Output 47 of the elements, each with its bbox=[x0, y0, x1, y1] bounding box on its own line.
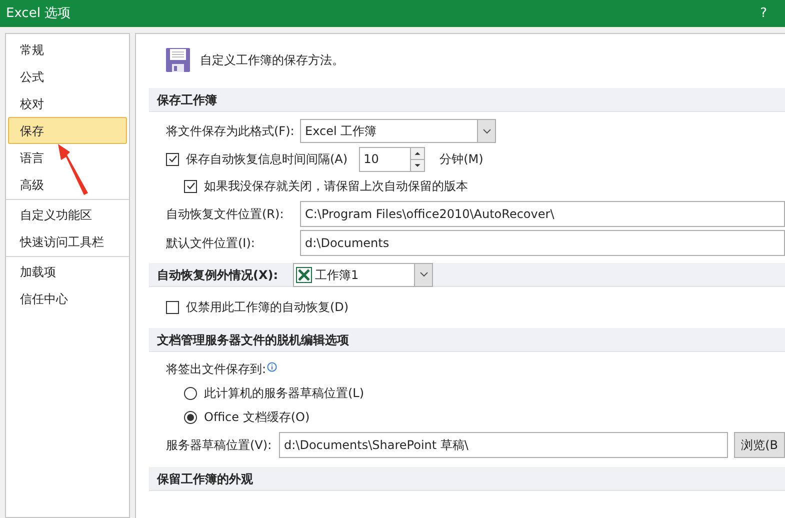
window-title: Excel 选项 bbox=[6, 4, 71, 23]
page-description: 自定义工作簿的保存方法。 bbox=[200, 52, 344, 69]
section-title: 保存工作簿 bbox=[157, 92, 218, 108]
path-field[interactable]: d:\Documents\SharePoint 草稿\ bbox=[279, 432, 728, 458]
option-label: 此计算机的服务器草稿位置(L) bbox=[204, 385, 364, 402]
radio-button[interactable] bbox=[184, 410, 197, 424]
sidebar-item[interactable]: 保存 bbox=[8, 117, 127, 144]
sidebar-item[interactable]: 语言 bbox=[8, 144, 127, 171]
field-label: 默认文件位置(I): bbox=[166, 234, 256, 252]
workbook-select[interactable]: 工作簿1 bbox=[293, 262, 433, 286]
sidebar-item[interactable]: 自定义功能区 bbox=[8, 201, 127, 228]
field-label: 服务器草稿位置(V): bbox=[166, 437, 273, 454]
field-label: 自动恢复文件位置(R): bbox=[166, 206, 285, 222]
option-label: 仅禁用此工作簿的自动恢复(D) bbox=[186, 299, 349, 316]
dropdown-button[interactable] bbox=[414, 264, 432, 286]
field-label: 将文件保存为此格式(F): bbox=[166, 123, 296, 140]
arrow bbox=[58, 144, 88, 195]
minutes-spinner[interactable]: 10 bbox=[358, 146, 425, 172]
format-select[interactable]: Excel 工作簿 bbox=[300, 119, 496, 143]
browse-button[interactable]: 浏览(B bbox=[734, 432, 785, 458]
sidebar-item[interactable]: 校对 bbox=[8, 90, 127, 117]
option-label: 将签出文件保存到: bbox=[166, 361, 266, 378]
dropdown-button[interactable] bbox=[477, 120, 495, 142]
unit-label: 分钟(M) bbox=[440, 151, 484, 168]
info-icon[interactable] bbox=[267, 362, 278, 372]
sidebar-item[interactable]: 常规 bbox=[8, 36, 127, 63]
checkbox[interactable] bbox=[184, 180, 197, 192]
sidebar-item[interactable]: 高级 bbox=[8, 171, 127, 198]
path-field[interactable]: d:\Documents bbox=[300, 230, 785, 256]
sidebar-item[interactable]: 信任中心 bbox=[8, 285, 127, 312]
spreadsheet-icon bbox=[296, 266, 312, 282]
option-label: Office 文档缓存(O) bbox=[204, 409, 310, 426]
chevron-down-icon bbox=[420, 272, 428, 277]
checkbox[interactable] bbox=[166, 152, 179, 166]
help-button[interactable]: ? bbox=[760, 4, 779, 24]
sidebar-item[interactable]: 公式 bbox=[8, 63, 127, 90]
checkbox[interactable] bbox=[166, 300, 179, 314]
option-label: 保存自动恢复信息时间间隔(A) bbox=[186, 151, 349, 168]
option-label: 如果我没保存就关闭，请保留上次自动保留的版本 bbox=[204, 178, 468, 195]
radio-button[interactable] bbox=[184, 386, 197, 400]
section-title: 文档管理服务器文件的脱机编辑选项 bbox=[157, 332, 350, 348]
path-field[interactable]: C:\Program Files\office2010\AutoRecover\ bbox=[300, 200, 785, 226]
section-title: 自动恢复例外情况(X): bbox=[157, 266, 280, 284]
section-title: 保留工作簿的外观 bbox=[157, 470, 254, 488]
sidebar-item[interactable]: 加载项 bbox=[8, 258, 127, 285]
chevron-down-icon bbox=[482, 128, 490, 134]
sidebar-item[interactable]: 快速访问工具栏 bbox=[8, 228, 127, 255]
